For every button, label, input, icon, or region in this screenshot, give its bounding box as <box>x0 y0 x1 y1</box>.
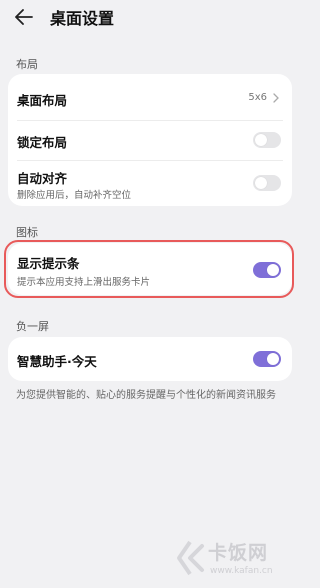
minus-one-card: 智慧助手·今天 <box>8 337 292 381</box>
page-title: 桌面设置 <box>50 9 115 28</box>
minus-one-description: 为您提供智能的、贴心的服务提醒与个性化的新闻资讯服务 <box>16 390 276 401</box>
layout-card: 桌面布局 5x6 锁定布局 自动对齐 删除应用后，自动补齐空位 <box>8 74 292 206</box>
chevron-right-icon <box>273 93 279 103</box>
auto-align-row: 自动对齐 删除应用后，自动补齐空位 <box>8 160 292 206</box>
show-hint-bar-toggle[interactable] <box>253 262 281 278</box>
watermark-url: www.kafan.cn <box>210 566 273 576</box>
show-hint-bar-title: 显示提示条 <box>17 256 80 271</box>
lock-layout-row: 锁定布局 <box>8 120 292 160</box>
kafan-logo-icon <box>177 540 204 576</box>
auto-align-subtitle: 删除应用后，自动补齐空位 <box>17 190 132 201</box>
smart-assistant-toggle[interactable] <box>253 351 281 367</box>
section-label-layout: 布局 <box>16 58 38 71</box>
show-hint-bar-row: 显示提示条 提示本应用支持上滑出服务卡片 <box>8 243 292 295</box>
section-label-minus-one: 负一屏 <box>16 320 49 333</box>
desktop-layout-title: 桌面布局 <box>17 93 68 108</box>
show-hint-bar-subtitle: 提示本应用支持上滑出服务卡片 <box>17 277 151 288</box>
toggle-knob <box>255 134 267 146</box>
desktop-layout-value: 5x6 <box>248 92 267 103</box>
section-label-icons: 图标 <box>16 226 38 239</box>
arrow-left-icon <box>15 9 33 25</box>
smart-assistant-title: 智慧助手·今天 <box>17 354 97 369</box>
toggle-knob <box>267 264 279 276</box>
back-button[interactable] <box>12 6 36 28</box>
toggle-knob <box>267 353 279 365</box>
smart-assistant-row: 智慧助手·今天 <box>8 337 292 381</box>
auto-align-title: 自动对齐 <box>17 171 68 186</box>
lock-layout-title: 锁定布局 <box>17 135 68 150</box>
lock-layout-toggle[interactable] <box>253 132 281 148</box>
watermark: 卡饭网 www.kafan.cn <box>176 536 296 584</box>
header-bar: 桌面设置 <box>0 0 300 36</box>
toggle-knob <box>255 177 267 189</box>
desktop-layout-row[interactable]: 桌面布局 5x6 <box>8 74 292 120</box>
icons-card: 显示提示条 提示本应用支持上滑出服务卡片 <box>8 243 292 295</box>
watermark-brand: 卡饭网 <box>208 542 269 564</box>
auto-align-toggle[interactable] <box>253 175 281 191</box>
